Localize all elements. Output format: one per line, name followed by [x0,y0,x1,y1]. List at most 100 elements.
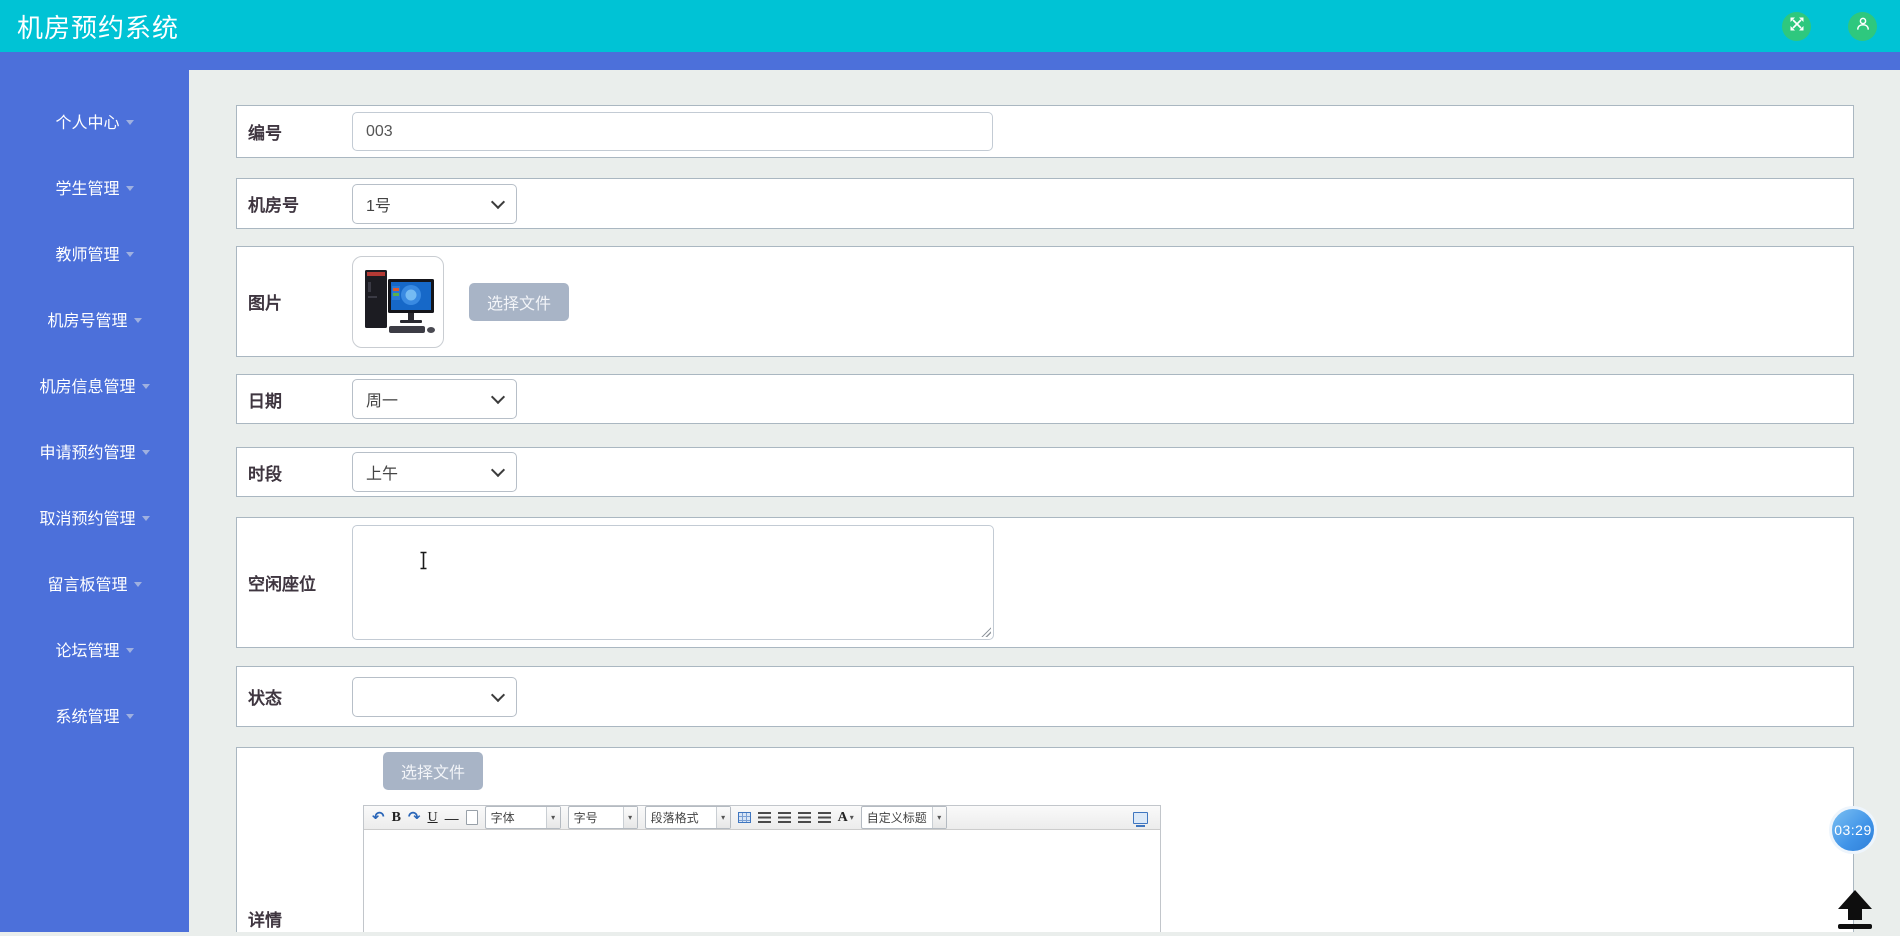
chevron-down-icon [125,186,134,191]
dropdown-label: 自定义标题 [866,811,927,825]
nav-label: 论坛管理 [55,643,120,660]
image-preview [352,255,444,348]
chevron-down-icon: ▾ [715,807,730,828]
paragraph-format-dropdown[interactable]: 段落格式 ▾ [644,806,731,829]
field-label: 机房号 [248,196,299,215]
chevron-down-icon: ▾ [849,812,854,822]
font-color-glyph: A [837,809,848,825]
insert-table-icon[interactable] [737,812,751,823]
resize-grip-icon[interactable] [980,626,991,637]
editor-toolbar: ↶ B ↷ U — 字体 ▾ 字号 ▾ 段落格式 ▾ A ▾ 自定义标题 ▾ [364,806,1160,830]
font-size-dropdown[interactable]: 字号 ▾ [567,806,638,829]
nav-label: 申请预约管理 [39,445,136,462]
status-select[interactable] [352,676,517,717]
nav-label: 机房信息管理 [39,379,136,396]
chevron-down-icon [141,516,150,521]
bold-icon[interactable]: B [392,810,401,825]
recorder-time: 03:29 [1834,822,1872,838]
undo-icon[interactable]: ↶ [372,810,385,825]
fullscreen-button[interactable] [1782,11,1811,41]
new-page-icon[interactable] [465,810,478,825]
chevron-down-icon [490,389,506,405]
recorder-timer-badge[interactable]: 03:29 [1829,806,1877,854]
align-center-icon[interactable] [777,812,791,823]
underline-icon[interactable]: U [428,810,438,825]
align-justify-icon[interactable] [817,812,831,823]
chevron-down-icon [125,648,134,653]
field-label: 图片 [248,294,282,313]
user-button[interactable] [1848,11,1877,41]
header-accent-strip [0,52,1900,70]
sidebar-item-cancel-reservation-mgmt[interactable]: 取消预约管理 [0,484,189,550]
horizontal-rule-icon[interactable]: — [445,811,459,825]
align-right-icon[interactable] [797,812,811,823]
nav-label: 教师管理 [55,247,120,264]
font-family-dropdown[interactable]: 字体 ▾ [484,806,561,829]
chevron-down-icon [125,714,134,719]
field-label: 详情 [248,911,282,930]
field-label: 状态 [248,689,282,708]
font-color-icon[interactable]: A ▾ [837,809,854,825]
form-row-number: 编号 [236,105,1854,158]
sidebar-nav: 个人中心 学生管理 教师管理 机房号管理 机房信息管理 申请预约管理 取消预约管… [0,70,189,932]
user-icon [1855,16,1871,37]
desktop-computer-image [365,269,435,333]
number-input[interactable] [352,112,993,151]
custom-heading-dropdown[interactable]: 自定义标题 ▾ [860,806,947,829]
expand-arrows-icon [1789,16,1805,37]
free-seats-textarea-wrap [352,525,994,640]
chevron-down-icon [133,582,142,587]
form-row-room-number: 机房号 1号 [236,178,1854,229]
sidebar-item-forum-mgmt[interactable]: 论坛管理 [0,616,189,682]
preview-monitor-icon[interactable] [1133,811,1148,827]
sidebar-item-system-mgmt[interactable]: 系统管理 [0,682,189,748]
back-to-top-button[interactable] [1833,889,1877,936]
sidebar-item-room-number-mgmt[interactable]: 机房号管理 [0,286,189,352]
align-left-icon[interactable] [757,812,771,823]
details-content: 选择文件 ↶ B ↷ U — 字体 ▾ 字号 ▾ 段落格式 ▾ A ▾ 自定义标… [363,748,1161,932]
sidebar-item-student-mgmt[interactable]: 学生管理 [0,154,189,220]
chevron-down-icon: ▾ [931,807,946,828]
choose-file-button-details[interactable]: 选择文件 [383,752,483,790]
up-arrow-icon [1838,890,1872,929]
field-label: 编号 [248,124,282,143]
form-row-date: 日期 周一 [236,374,1854,424]
form-row-free-seats: 空闲座位 [236,517,1854,648]
editor-body[interactable] [364,830,1160,932]
form-row-details: 详情 选择文件 ↶ B ↷ U — 字体 ▾ 字号 ▾ 段落格式 ▾ A ▾ 自… [236,747,1854,932]
chevron-down-icon [141,450,150,455]
dropdown-label: 字号 [573,811,598,825]
chevron-down-icon [490,687,506,702]
date-select[interactable]: 周一 [352,379,517,419]
sidebar-item-room-info-mgmt[interactable]: 机房信息管理 [0,352,189,418]
field-label: 空闲座位 [248,575,316,594]
select-value: 1号 [366,197,391,215]
form-row-image: 图片 选择文件 [236,246,1854,357]
chevron-down-icon [490,194,506,209]
sidebar-item-teacher-mgmt[interactable]: 教师管理 [0,220,189,286]
choose-file-button[interactable]: 选择文件 [469,282,569,321]
free-seats-textarea[interactable] [352,525,994,640]
sidebar-item-apply-reservation-mgmt[interactable]: 申请预约管理 [0,418,189,484]
dropdown-label: 字体 [490,811,515,825]
form-row-period: 时段 上午 [236,447,1854,497]
dropdown-label: 段落格式 [650,811,699,825]
room-number-select[interactable]: 1号 [352,183,517,224]
sidebar-item-message-board-mgmt[interactable]: 留言板管理 [0,550,189,616]
nav-label: 机房号管理 [47,313,128,330]
redo-icon[interactable]: ↷ [408,810,421,825]
nav-label: 取消预约管理 [39,511,136,528]
chevron-down-icon [125,252,134,257]
nav-label: 个人中心 [55,115,120,132]
main-content: 编号 机房号 1号 图片 [189,70,1900,932]
nav-label: 学生管理 [55,181,120,198]
app-title: 机房预约系统 [17,12,180,43]
form-row-status: 状态 [236,666,1854,727]
select-value: 上午 [366,466,399,483]
text-cursor-ibeam [418,551,429,575]
sidebar-item-personal-center[interactable]: 个人中心 [0,88,189,154]
period-select[interactable]: 上午 [352,452,517,492]
chevron-down-icon [141,384,150,389]
chevron-down-icon [490,462,506,478]
nav-label: 系统管理 [55,709,120,726]
